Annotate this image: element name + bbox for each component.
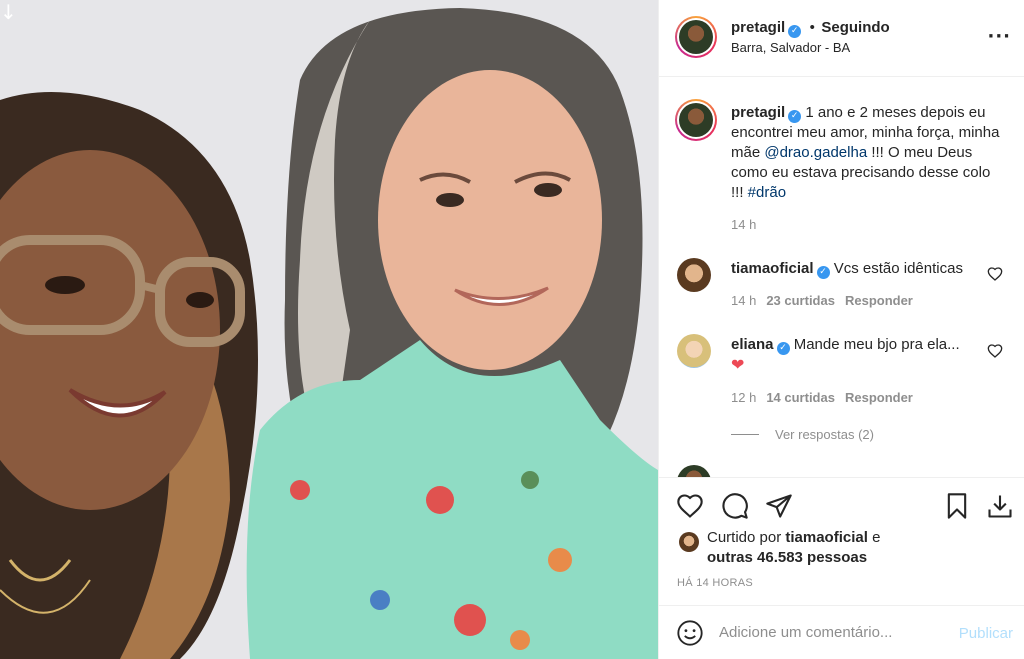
- comment-username[interactable]: tiamaoficial: [731, 260, 814, 277]
- separator-dot: •: [809, 19, 815, 36]
- view-replies-button[interactable]: Ver respostas (2): [731, 427, 874, 442]
- add-comment-bar: Publicar: [659, 605, 1024, 659]
- avatar[interactable]: [677, 334, 711, 368]
- comment-likes[interactable]: 23 curtidas: [766, 293, 835, 308]
- liked-others-link[interactable]: outras 46.583 pessoas: [707, 549, 867, 566]
- liked-prefix: Curtido por: [707, 529, 782, 546]
- verified-icon: ✓: [816, 266, 830, 279]
- post-header: pretagil ✓ • Seguindo Barra, Salvador - B…: [659, 0, 1024, 77]
- bookmark-icon[interactable]: [943, 492, 971, 520]
- caption: pretagil ✓ 1 ano e 2 meses depois eu enco…: [731, 103, 1001, 203]
- liked-by: Curtido por tiamaoficial e outras 46.583…: [707, 528, 880, 568]
- comment-text: Mande meu bjo pra ela...: [793, 336, 960, 353]
- comment: tiamaoficial ✓ Vcs estão idênticas: [731, 259, 963, 279]
- comment-meta: 14 h 23 curtidas Responder: [731, 293, 913, 308]
- reply-button[interactable]: Responder: [845, 293, 913, 308]
- follow-status-button[interactable]: Seguindo: [821, 19, 889, 36]
- comment: eliana ✓ Mande meu bjo pra ela...: [731, 335, 960, 355]
- reply-button[interactable]: Responder: [845, 390, 913, 405]
- verified-icon: ✓: [788, 25, 802, 38]
- comment-meta: 12 h 14 curtidas Responder: [731, 390, 913, 405]
- header-user: pretagil ✓ • Seguindo: [731, 19, 890, 38]
- liked-user-link[interactable]: tiamaoficial: [785, 529, 868, 546]
- comments-area[interactable]: pretagil ✓ 1 ano e 2 meses depois eu enco…: [659, 77, 1024, 477]
- post-actions: Curtido por tiamaoficial e outras 46.583…: [659, 477, 1024, 605]
- post-photo[interactable]: ↓: [0, 0, 658, 659]
- publish-button[interactable]: Publicar: [959, 625, 1013, 642]
- posted-time[interactable]: HÁ 14 HORAS: [677, 577, 753, 589]
- avatar[interactable]: [679, 103, 713, 137]
- comment-username[interactable]: eliana: [731, 336, 774, 353]
- photo-illustration: [0, 0, 658, 659]
- verified-icon: ✓: [776, 342, 790, 355]
- caption-username[interactable]: pretagil: [731, 104, 785, 121]
- mention-link[interactable]: @drao.gadelha: [764, 144, 867, 161]
- comment-text: Vcs estão idênticas: [833, 260, 963, 277]
- avatar[interactable]: [679, 20, 713, 54]
- like-comment-heart-icon[interactable]: [987, 343, 1003, 359]
- heart-icon[interactable]: [676, 492, 704, 520]
- heart-emoji: ❤: [731, 355, 745, 374]
- comment-likes[interactable]: 14 curtidas: [766, 390, 835, 405]
- like-comment-heart-icon[interactable]: [987, 266, 1003, 282]
- liker-avatar[interactable]: [679, 532, 699, 552]
- liked-and: e: [872, 529, 881, 546]
- comment-time[interactable]: 12 h: [731, 390, 756, 405]
- download-arrow-icon[interactable]: ↓: [0, 2, 18, 24]
- avatar[interactable]: [677, 258, 711, 292]
- verified-icon: ✓: [788, 110, 802, 123]
- post-side-panel: pretagil ✓ • Seguindo Barra, Salvador - B…: [658, 0, 1024, 659]
- avatar[interactable]: [677, 465, 711, 477]
- share-icon[interactable]: [765, 492, 793, 520]
- comment-time[interactable]: 14 h: [731, 293, 756, 308]
- location-link[interactable]: Barra, Salvador - BA: [731, 40, 850, 55]
- hashtag-link[interactable]: #drão: [748, 184, 786, 201]
- download-icon[interactable]: [986, 492, 1014, 520]
- emoji-icon[interactable]: [676, 619, 704, 647]
- replies-divider: [731, 434, 759, 435]
- comment-icon[interactable]: [721, 492, 749, 520]
- header-username[interactable]: pretagil: [731, 19, 785, 36]
- caption-time[interactable]: 14 h: [731, 217, 756, 232]
- comment-input[interactable]: [719, 624, 939, 641]
- more-options-icon[interactable]: ···: [987, 26, 1011, 47]
- view-replies-label[interactable]: Ver respostas (2): [775, 427, 874, 442]
